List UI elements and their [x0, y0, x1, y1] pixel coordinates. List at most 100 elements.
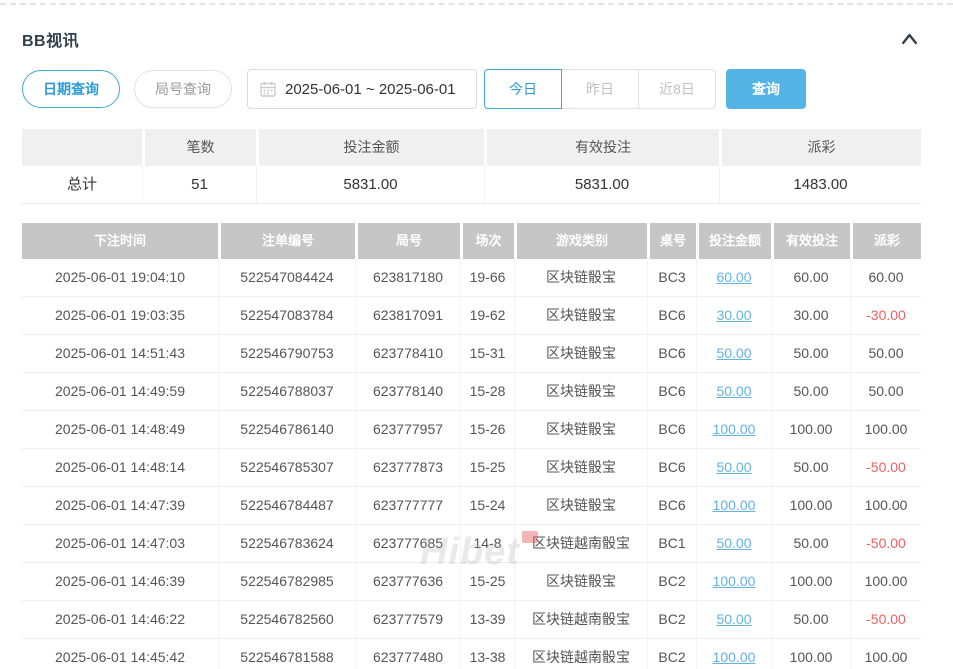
cell-bet-amount[interactable]: 30.00	[696, 297, 771, 335]
cell-bet-amount[interactable]: 50.00	[696, 373, 771, 411]
cell-bet-amount[interactable]: 50.00	[696, 449, 771, 487]
cell-round-id: 623777873	[355, 449, 460, 487]
bet-amount-link[interactable]: 50.00	[716, 459, 751, 475]
cell-bet-time: 2025-06-01 14:47:03	[22, 525, 218, 563]
cell-bet-amount[interactable]: 50.00	[696, 601, 771, 639]
cell-bet-amount[interactable]: 60.00	[696, 259, 771, 297]
quick-yesterday-button[interactable]: 昨日	[561, 69, 639, 109]
cell-bet-amount[interactable]: 100.00	[696, 563, 771, 601]
summary-total-label: 总计	[22, 166, 142, 204]
cell-game-type: 区块链骰宝	[514, 411, 647, 449]
cell-bet-amount[interactable]: 50.00	[696, 525, 771, 563]
cell-bet-amount[interactable]: 100.00	[696, 411, 771, 449]
bet-amount-link[interactable]: 100.00	[713, 497, 756, 513]
cell-table-id: BC6	[647, 335, 696, 373]
cell-payout: -50.00	[850, 601, 921, 639]
cell-table-id: BC2	[647, 601, 696, 639]
cell-game-type: 区块链骰宝	[514, 449, 647, 487]
cell-valid-bet: 50.00	[771, 335, 850, 373]
cell-bet-id: 522546788037	[218, 373, 355, 411]
bet-amount-link[interactable]: 100.00	[713, 421, 756, 437]
cell-table-id: BC3	[647, 259, 696, 297]
cell-session: 15-31	[460, 335, 514, 373]
summary-total-row: 总计 51 5831.00 5831.00 1483.00	[22, 166, 921, 204]
cell-table-id: BC1	[647, 525, 696, 563]
quick-today-button[interactable]: 今日	[484, 69, 562, 109]
bet-amount-link[interactable]: 100.00	[713, 573, 756, 589]
bet-amount-link[interactable]: 50.00	[716, 611, 751, 627]
quick-last8days-button[interactable]: 近8日	[638, 69, 716, 109]
cell-round-id: 623777685	[355, 525, 460, 563]
summary-bet-amount-value: 5831.00	[256, 166, 484, 204]
cell-valid-bet: 60.00	[771, 259, 850, 297]
cell-table-id: BC6	[647, 449, 696, 487]
cell-bet-amount[interactable]: 100.00	[696, 487, 771, 525]
cell-payout: -50.00	[850, 449, 921, 487]
cell-bet-time: 2025-06-01 19:03:35	[22, 297, 218, 335]
calendar-icon	[260, 81, 276, 97]
table-row: 2025-06-01 14:51:43522546790753623778410…	[22, 335, 921, 373]
bet-amount-link[interactable]: 50.00	[716, 345, 751, 361]
table-row: 2025-06-01 14:48:14522546785307623777873…	[22, 449, 921, 487]
cell-session: 15-26	[460, 411, 514, 449]
summary-header-bet-amount: 投注金额	[256, 129, 484, 166]
table-row: 2025-06-01 19:04:10522547084424623817180…	[22, 259, 921, 297]
date-query-tab[interactable]: 日期查询	[22, 70, 120, 108]
cell-bet-id: 522546790753	[218, 335, 355, 373]
cell-session: 13-39	[460, 601, 514, 639]
cell-bet-time: 2025-06-01 14:45:42	[22, 639, 218, 669]
date-range-value: 2025-06-01 ~ 2025-06-01	[285, 81, 456, 98]
summary-header-row: 笔数 投注金额 有效投注 派彩	[22, 129, 921, 166]
cell-table-id: BC6	[647, 411, 696, 449]
bet-amount-link[interactable]: 50.00	[716, 383, 751, 399]
cell-session: 15-24	[460, 487, 514, 525]
collapse-button[interactable]	[898, 29, 921, 49]
cell-round-id: 623777957	[355, 411, 460, 449]
header-bet-time: 下注时间	[22, 223, 218, 259]
header-payout: 派彩	[850, 223, 921, 259]
cell-game-type: 区块链骰宝	[514, 487, 647, 525]
cell-bet-id: 522546781588	[218, 639, 355, 669]
cell-bet-id: 522546783624	[218, 525, 355, 563]
bet-amount-link[interactable]: 60.00	[716, 269, 751, 285]
cell-payout: 100.00	[850, 563, 921, 601]
header-round-id: 局号	[355, 223, 460, 259]
bet-amount-link[interactable]: 30.00	[716, 307, 751, 323]
cell-bet-time: 2025-06-01 14:47:39	[22, 487, 218, 525]
cell-round-id: 623777777	[355, 487, 460, 525]
cell-game-type: 区块链越南骰宝	[514, 601, 647, 639]
cell-valid-bet: 30.00	[771, 297, 850, 335]
cell-bet-amount[interactable]: 100.00	[696, 639, 771, 669]
cell-valid-bet: 50.00	[771, 601, 850, 639]
table-row: 2025-06-01 14:46:22522546782560623777579…	[22, 601, 921, 639]
cell-payout: 60.00	[850, 259, 921, 297]
cell-valid-bet: 100.00	[771, 563, 850, 601]
table-row: 2025-06-01 14:47:03522546783624623777685…	[22, 525, 921, 563]
cell-round-id: 623777579	[355, 601, 460, 639]
top-divider	[0, 3, 953, 5]
cell-bet-time: 2025-06-01 14:48:49	[22, 411, 218, 449]
table-row: 2025-06-01 14:48:49522546786140623777957…	[22, 411, 921, 449]
cell-game-type: 区块链骰宝	[514, 259, 647, 297]
table-row: 2025-06-01 14:49:59522546788037623778140…	[22, 373, 921, 411]
date-range-input[interactable]: 2025-06-01 ~ 2025-06-01	[247, 69, 477, 109]
cell-bet-amount[interactable]: 50.00	[696, 335, 771, 373]
cell-bet-id: 522546782560	[218, 601, 355, 639]
cell-table-id: BC6	[647, 297, 696, 335]
bet-amount-link[interactable]: 100.00	[713, 649, 756, 665]
summary-header-valid-bet: 有效投注	[484, 129, 719, 166]
summary-table: 笔数 投注金额 有效投注 派彩 总计 51 5831.00 5831.00 14…	[22, 129, 921, 204]
cell-valid-bet: 50.00	[771, 449, 850, 487]
cell-table-id: BC2	[647, 563, 696, 601]
cell-session: 19-62	[460, 297, 514, 335]
filter-bar: 日期查询 局号查询 2025-06-01 ~ 2025-06-01 今日 昨日 …	[22, 69, 921, 109]
search-button[interactable]: 查询	[726, 69, 806, 109]
cell-session: 15-25	[460, 449, 514, 487]
bet-amount-link[interactable]: 50.00	[716, 535, 751, 551]
round-query-tab[interactable]: 局号查询	[134, 70, 232, 108]
cell-valid-bet: 100.00	[771, 411, 850, 449]
cell-bet-time: 2025-06-01 14:46:22	[22, 601, 218, 639]
cell-session: 15-25	[460, 563, 514, 601]
cell-game-type: 区块链骰宝	[514, 297, 647, 335]
cell-payout: 100.00	[850, 487, 921, 525]
